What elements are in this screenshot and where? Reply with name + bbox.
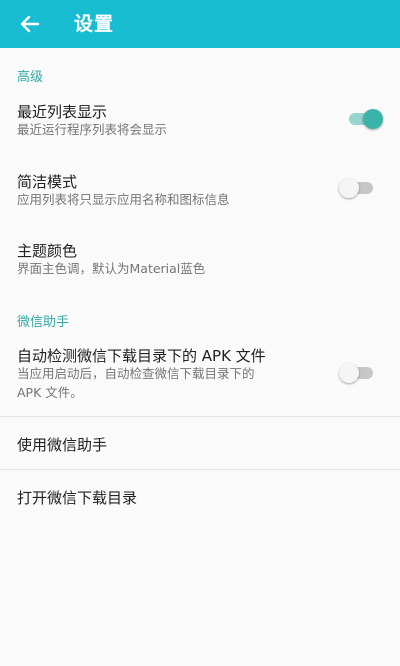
pref-theme-color-summary: 界面主色调，默认为Material蓝色 — [17, 261, 206, 276]
pref-simple-mode-title: 简洁模式 — [17, 173, 78, 191]
back-button[interactable] — [10, 4, 50, 44]
switch-thumb — [339, 363, 359, 383]
recent-list-switch[interactable] — [347, 107, 383, 131]
toolbar: 设置 — [0, 0, 400, 48]
pref-auto-detect-apk-title: 自动检测微信下载目录下的 APK 文件 — [17, 347, 266, 365]
section-header-advanced: 高级 — [17, 70, 44, 85]
simple-mode-switch[interactable] — [339, 176, 375, 200]
pref-simple-mode[interactable]: 简洁模式 应用列表将只显示应用名称和图标信息 — [0, 158, 400, 220]
section-header-wechat: 微信助手 — [17, 315, 70, 330]
pref-recent-list-title: 最近列表显示 — [17, 103, 108, 121]
pref-auto-detect-apk-summary-line2: APK 文件。 — [17, 385, 83, 400]
auto-detect-apk-switch[interactable] — [339, 361, 375, 385]
pref-use-wechat-assistant-title: 使用微信助手 — [17, 436, 108, 454]
pref-open-download-dir[interactable]: 打开微信下载目录 — [0, 470, 400, 522]
pref-use-wechat-assistant[interactable]: 使用微信助手 — [0, 417, 400, 469]
pref-theme-color-title: 主题颜色 — [17, 242, 78, 260]
page-title: 设置 — [74, 13, 115, 35]
pref-simple-mode-summary: 应用列表将只显示应用名称和图标信息 — [17, 192, 230, 207]
switch-thumb — [363, 109, 383, 129]
pref-theme-color[interactable]: 主题颜色 界面主色调，默认为Material蓝色 — [0, 228, 400, 290]
arrow-left-icon — [20, 15, 40, 33]
pref-recent-list-summary: 最近运行程序列表将会显示 — [17, 122, 168, 137]
pref-recent-list[interactable]: 最近列表显示 最近运行程序列表将会显示 — [0, 88, 400, 150]
pref-auto-detect-apk-summary-line1: 当应用启动后，自动检查微信下载目录下的 — [17, 366, 255, 381]
pref-auto-detect-apk[interactable]: 自动检测微信下载目录下的 APK 文件 当应用启动后，自动检查微信下载目录下的 … — [0, 333, 400, 415]
pref-open-download-dir-title: 打开微信下载目录 — [17, 489, 138, 507]
settings-screen: 设置 高级 最近列表显示 最近运行程序列表将会显示 简洁模式 应用列表将只显示应… — [0, 0, 400, 666]
switch-thumb — [339, 178, 359, 198]
